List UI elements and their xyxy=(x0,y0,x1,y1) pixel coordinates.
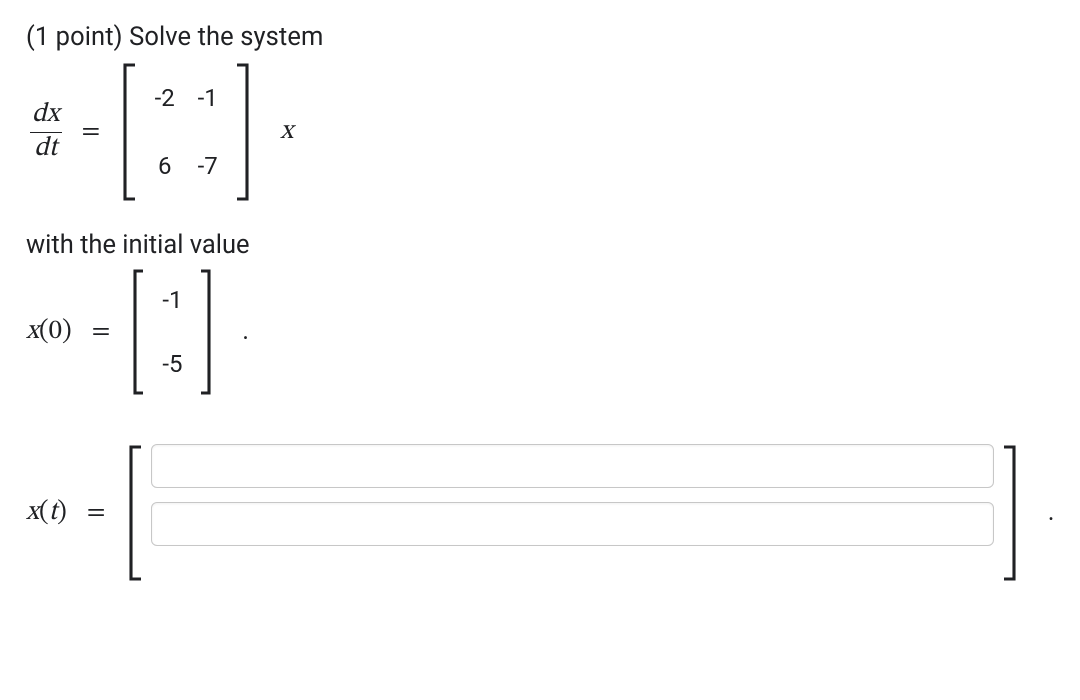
right-bracket-icon xyxy=(198,268,214,396)
right-bracket-icon xyxy=(234,62,252,202)
coefficient-matrix: -2 -1 6 -7 xyxy=(120,62,252,202)
frac-denominator: dt xyxy=(34,135,57,162)
vector-cell: -1 xyxy=(162,286,182,314)
answer-vector xyxy=(125,444,1020,582)
vector-grid: -1 -5 xyxy=(146,268,198,396)
right-bracket-icon xyxy=(1000,444,1020,582)
matrix-grid: -2 -1 6 -7 xyxy=(138,62,234,202)
matrix-cell: -2 xyxy=(155,84,175,112)
left-bracket-icon xyxy=(125,444,145,582)
x-of-zero: x(0) xyxy=(26,315,72,349)
left-bracket-icon xyxy=(120,62,138,202)
answer-input-1[interactable] xyxy=(151,444,994,488)
answer-equation: x(t) = . xyxy=(26,444,1054,582)
initial-value-equation: x(0) = -1 -5 . xyxy=(26,268,1054,396)
equals-sign: = xyxy=(86,316,117,349)
x-of-t: x(t) xyxy=(26,496,67,530)
initial-vector: -1 -5 xyxy=(130,268,214,396)
left-bracket-icon xyxy=(130,268,146,396)
answer-inputs xyxy=(145,444,1000,582)
frac-numerator: dx xyxy=(32,101,60,128)
prompt-text: Solve the system xyxy=(129,22,323,52)
period: . xyxy=(1034,500,1054,527)
point-value: (1 point) xyxy=(26,22,129,52)
state-vector-x: x xyxy=(266,115,293,149)
vector-cell: -5 xyxy=(162,350,182,378)
period: . xyxy=(228,319,248,346)
matrix-cell: 6 xyxy=(158,152,172,180)
equals-sign: = xyxy=(81,497,112,530)
problem-page: (1 point) Solve the system dx dt = -2 -1… xyxy=(0,0,1080,700)
answer-input-2[interactable] xyxy=(151,502,994,546)
derivative-dx-dt: dx dt xyxy=(30,101,62,163)
matrix-cell: -1 xyxy=(198,84,218,112)
matrix-cell: -7 xyxy=(198,152,218,180)
system-equation: dx dt = -2 -1 6 -7 x xyxy=(26,62,1054,202)
equals-sign: = xyxy=(76,116,107,149)
initial-value-prompt: with the initial value xyxy=(26,230,1054,260)
problem-prompt: (1 point) Solve the system xyxy=(26,22,1054,52)
